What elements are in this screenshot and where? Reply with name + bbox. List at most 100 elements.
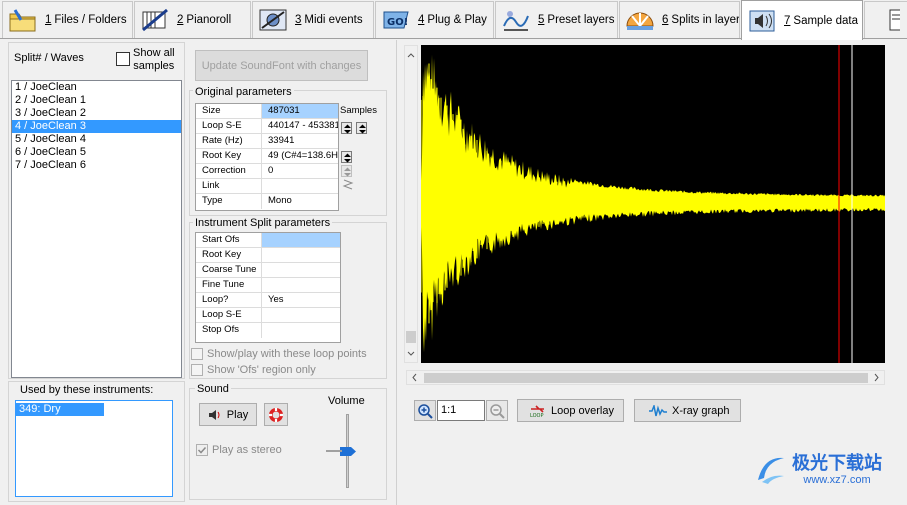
- param-value[interactable]: Yes: [262, 293, 340, 307]
- tab-files-folders[interactable]: 1 Files / Folders: [2, 1, 133, 38]
- scroll-down-icon: [407, 351, 415, 356]
- show-play-loop-row[interactable]: Show/play with these loop points: [191, 348, 367, 360]
- wave-list-item[interactable]: 7 / JoeClean 6: [12, 159, 181, 172]
- aurora-logo-icon: [752, 452, 788, 488]
- scroll-up-icon: [407, 53, 415, 58]
- root-key-spinner[interactable]: [341, 151, 352, 163]
- param-label: Coarse Tune: [196, 263, 262, 277]
- speaker-icon: [746, 6, 778, 36]
- loop-start-spinner[interactable]: [341, 122, 352, 134]
- instrument-split-title: Instrument Split parameters: [193, 217, 333, 229]
- show-all-samples-checkbox[interactable]: [116, 52, 130, 66]
- show-ofs-row[interactable]: Show 'Ofs' region only: [191, 364, 316, 376]
- tab-more[interactable]: [864, 1, 907, 38]
- xray-graph-button[interactable]: X-ray graph: [634, 399, 741, 422]
- wave-list-item[interactable]: 5 / JoeClean 4: [12, 133, 181, 146]
- param-row: Fine Tune: [196, 278, 340, 293]
- tab-splits-in-layer[interactable]: 6 Splits in layer: [619, 1, 740, 38]
- wave-list-item[interactable]: 3 / JoeClean 2: [12, 107, 181, 120]
- param-row: Coarse Tune: [196, 263, 340, 278]
- param-value[interactable]: [262, 308, 340, 322]
- param-value[interactable]: [262, 248, 340, 262]
- param-row: Correction 0: [196, 164, 338, 179]
- param-label: Root Key: [196, 248, 262, 262]
- param-label: Correction: [196, 164, 262, 178]
- wave-list-item[interactable]: 6 / JoeClean 5: [12, 146, 181, 159]
- zoom-out-icon: [489, 403, 505, 419]
- xray-wave-icon: [649, 404, 667, 417]
- watermark: 极光下载站 www.xz7.com: [752, 452, 882, 488]
- pianoroll-icon: [139, 5, 171, 35]
- document-icon: [869, 5, 901, 35]
- used-by-title: Used by these instruments:: [20, 384, 154, 396]
- param-row: Loop S-E 440147 - 453381: [196, 119, 338, 134]
- vertical-scrollbar[interactable]: [404, 45, 418, 363]
- loop-overlay-button[interactable]: LOOP Loop overlay: [517, 399, 624, 422]
- param-label: Fine Tune: [196, 278, 262, 292]
- param-value[interactable]: [262, 263, 340, 277]
- param-label: Start Ofs: [196, 233, 262, 247]
- show-play-loop-checkbox[interactable]: [191, 348, 203, 360]
- param-row: Stop Ofs: [196, 323, 340, 338]
- play-as-stereo-checkbox[interactable]: [196, 444, 208, 456]
- tab-midi-events[interactable]: 3 Midi events: [252, 1, 374, 38]
- tab-plug-and-play[interactable]: GO! 4 Plug & Play: [375, 1, 494, 38]
- tab-pianoroll[interactable]: 2 Pianoroll: [134, 1, 251, 38]
- play-button[interactable]: Play: [199, 403, 257, 426]
- param-row: Type Mono: [196, 194, 338, 209]
- loop-icon: LOOP: [529, 404, 546, 418]
- waveform-display[interactable]: [421, 45, 885, 363]
- waves-list[interactable]: 1 / JoeClean 2 / JoeClean 13 / JoeClean 2…: [11, 80, 182, 378]
- scroll-left-icon: [412, 373, 417, 382]
- instruments-list[interactable]: 349: Dry: [15, 400, 173, 497]
- lifebuoy-icon: [268, 407, 284, 423]
- horizontal-scroll-thumb[interactable]: [424, 373, 868, 383]
- preset-layers-icon: [500, 5, 532, 35]
- zoom-out-button[interactable]: [486, 400, 508, 421]
- divider: [396, 40, 397, 505]
- param-row: Loop S-E: [196, 308, 340, 323]
- update-soundfont-button[interactable]: Update SoundFont with changes: [195, 50, 368, 81]
- loop-end-spinner[interactable]: [356, 122, 367, 134]
- show-all-samples-label: Show all samples: [133, 47, 175, 72]
- param-value[interactable]: 0: [262, 164, 338, 178]
- wave-list-item[interactable]: 2 / JoeClean 1: [12, 94, 181, 107]
- tab-bar: 1 Files / Folders 2 Pianoroll 3 Midi events…: [0, 0, 907, 40]
- param-value[interactable]: 49 (C#4=138.6Hz: [262, 149, 338, 163]
- param-row: Size 487031: [196, 104, 338, 119]
- vertical-scroll-thumb[interactable]: [406, 331, 416, 343]
- param-value[interactable]: 440147 - 453381: [262, 119, 338, 133]
- splits-icon: [624, 5, 656, 35]
- play-as-stereo-row[interactable]: Play as stereo: [196, 444, 282, 456]
- zoom-in-button[interactable]: [414, 400, 436, 421]
- param-label: Rate (Hz): [196, 134, 262, 148]
- sound-title: Sound: [195, 383, 231, 395]
- param-value[interactable]: [262, 278, 340, 292]
- param-value[interactable]: [262, 233, 340, 247]
- param-row: Rate (Hz) 33941: [196, 134, 338, 149]
- tab-preset-layers[interactable]: 5 Preset layers: [495, 1, 618, 38]
- param-value[interactable]: 33941: [262, 134, 338, 148]
- param-value[interactable]: Mono: [262, 194, 338, 209]
- zoom-in-icon: [417, 403, 433, 419]
- instrument-list-item[interactable]: 349: Dry: [16, 403, 104, 416]
- zoom-level-field[interactable]: 1:1: [437, 400, 485, 421]
- param-value[interactable]: [262, 179, 338, 193]
- lifebuoy-button[interactable]: [264, 403, 288, 426]
- param-value[interactable]: 487031: [262, 104, 338, 118]
- param-value[interactable]: [262, 323, 340, 338]
- correction-spinner[interactable]: [341, 165, 352, 177]
- volume-label: Volume: [328, 395, 365, 407]
- samples-label: Samples: [340, 105, 377, 116]
- link-icon[interactable]: [341, 178, 355, 192]
- horizontal-scrollbar[interactable]: [406, 370, 885, 385]
- show-ofs-checkbox[interactable]: [191, 364, 203, 376]
- wave-list-item[interactable]: 1 / JoeClean: [12, 81, 181, 94]
- volume-slider-thumb[interactable]: [340, 446, 356, 456]
- plug-and-play-icon: GO!: [380, 5, 412, 35]
- param-row: Root Key 49 (C#4=138.6Hz: [196, 149, 338, 164]
- wave-list-item[interactable]: 4 / JoeClean 3: [12, 120, 181, 133]
- param-label: Stop Ofs: [196, 323, 262, 338]
- tab-sample-data[interactable]: 7 Sample data: [741, 0, 863, 40]
- param-label: Loop S-E: [196, 308, 262, 322]
